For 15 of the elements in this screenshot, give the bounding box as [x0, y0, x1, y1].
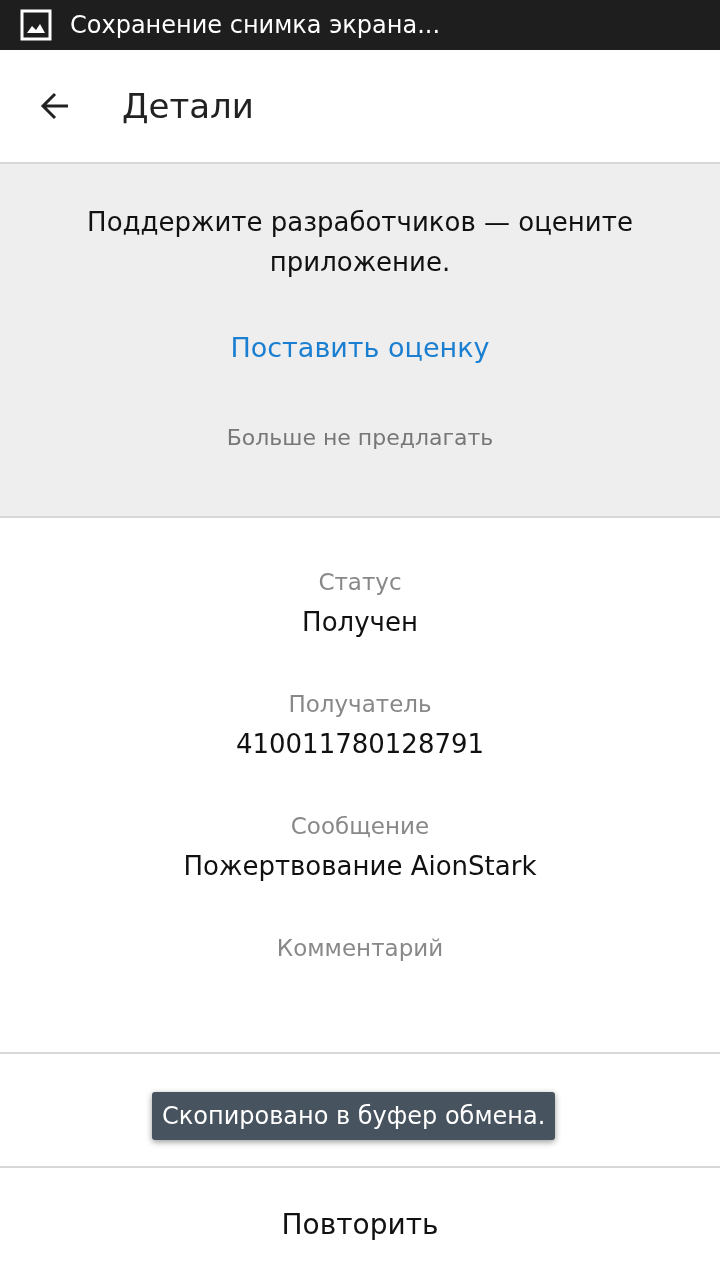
rate-button[interactable]: Поставить оценку [222, 328, 498, 367]
field-label: Комментарий [276, 934, 444, 963]
field-value: 410011780128791 [235, 728, 485, 761]
notification-text: Сохранение снимка экрана... [70, 11, 441, 39]
field-value: Получен [302, 606, 418, 639]
picture-icon [20, 9, 52, 41]
field-label: Получатель [288, 690, 432, 719]
screen-title: Детали [122, 86, 254, 126]
field-label: Статус [318, 568, 402, 597]
field-label: Сообщение [290, 812, 430, 841]
dismiss-button[interactable]: Больше не предлагать [218, 421, 502, 454]
rate-message: Поддержите разработчиков — оцените приложение. [86, 206, 634, 279]
field-value: Пожертвование AionStark [183, 850, 537, 883]
repeat-button[interactable]: Повторить [0, 1168, 720, 1280]
toast: Скопировано в буфер обмена. [152, 1092, 556, 1140]
